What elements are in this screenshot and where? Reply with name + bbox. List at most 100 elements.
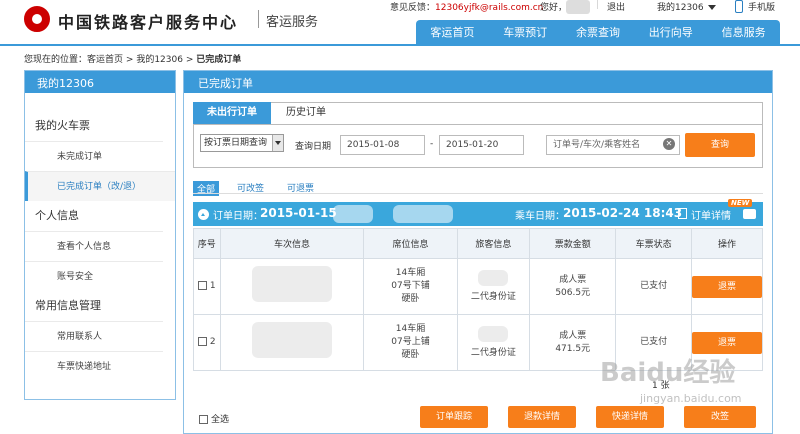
seat-car: 14车厢 [395, 268, 426, 278]
nav-home[interactable]: 客运首页 [430, 24, 474, 40]
date-from-input[interactable]: 2015-01-08 [340, 135, 425, 155]
chevron-down-icon[interactable] [272, 135, 283, 151]
column-header: 序号 [193, 228, 221, 259]
filter-divider [193, 193, 763, 194]
sidebar-item-finished-orders[interactable]: 已完成订单（改/退） [25, 171, 175, 201]
breadcrumb-sep: > [125, 55, 134, 65]
order-tracking-button[interactable]: 订单跟踪 [420, 406, 488, 428]
ride-date-label: 乘车日期： [515, 211, 565, 222]
greeting: 您好， [540, 3, 568, 13]
mobile-phone-icon [735, 0, 743, 13]
date-separator: - [430, 139, 434, 149]
status-cell: 已支付 [615, 258, 692, 315]
order-detail-link[interactable]: 订单详情 [691, 207, 731, 222]
mobile-link[interactable]: 手机版 [748, 0, 775, 14]
document-icon [678, 208, 687, 219]
refund-button[interactable]: 退票 [692, 331, 762, 354]
sidebar: 我的12306 我的火车票 未完成订单 已完成订单（改/退） 个人信息 查看个人… [24, 70, 176, 400]
breadcrumb-sep: > [185, 55, 194, 65]
tab-upcoming-orders[interactable]: 未出行订单 [193, 102, 271, 124]
sidebar-section-personal: 个人信息 [35, 209, 79, 222]
column-header: 席位信息 [363, 228, 458, 259]
feedback-label: 意见反馈： [390, 3, 436, 13]
passenger-name-blurred [478, 325, 509, 342]
passenger-id-type: 二代身份证 [470, 347, 516, 358]
row-checkbox[interactable] [197, 281, 207, 290]
page-title: 已完成订单 [184, 71, 772, 93]
refund-button[interactable]: 退票 [692, 275, 762, 298]
my12306-menu[interactable]: 我的12306 [657, 0, 716, 14]
column-header: 车票状态 [615, 228, 692, 259]
column-header: 操作 [691, 228, 763, 259]
sidebar-item-account-security[interactable]: 账号安全 [25, 261, 163, 291]
table-row: 1 14车厢 07号下铺 硬卧 二代身份证 成人票 506.5元 已支付 退票 [193, 258, 763, 315]
row-number: 1 [209, 281, 216, 291]
column-header: 车次信息 [219, 228, 365, 259]
search-input[interactable]: 订单号/车次/乘客姓名 [546, 135, 680, 155]
collapse-icon[interactable] [198, 209, 209, 220]
seat-car: 14车厢 [395, 324, 426, 334]
separator: | [596, 0, 600, 10]
train-info-blurred [251, 322, 332, 358]
search-button[interactable]: 查询 [685, 133, 755, 157]
order-number-blurred [393, 205, 453, 223]
site-title: 中国铁路客户服务中心 [58, 13, 239, 32]
select-all[interactable]: 全选 [199, 412, 229, 425]
column-header: 旅客信息 [456, 228, 531, 259]
row-number-cell: 1 [193, 258, 221, 315]
order-date-label: 订单日期： [213, 211, 263, 222]
my12306-label: 我的12306 [657, 3, 704, 13]
train-info-blurred [251, 266, 332, 302]
nav-remaining[interactable]: 余票查询 [576, 24, 620, 40]
action-cell: 退票 [691, 258, 763, 315]
order-date: 2015-01-15 [260, 206, 337, 220]
train-info-cell [219, 314, 365, 371]
row-checkbox[interactable] [197, 337, 207, 346]
sidebar-item-view-profile[interactable]: 查看个人信息 [25, 231, 163, 261]
seat-info-cell: 14车厢 07号上铺 硬卧 [363, 314, 458, 371]
change-ticket-button[interactable]: 改签 [684, 406, 756, 428]
watermark-url: jingyan.baidu.com [640, 392, 742, 405]
select-all-checkbox[interactable] [199, 415, 208, 424]
breadcrumb-home[interactable]: 客运首页 [87, 55, 123, 65]
refund-detail-button[interactable]: 退款详情 [508, 406, 576, 428]
username-blurred [566, 0, 590, 14]
sidebar-item-unfinished-orders[interactable]: 未完成订单 [25, 141, 163, 171]
sidebar-item-contacts[interactable]: 常用联系人 [25, 321, 163, 351]
main-nav: 客运首页 车票预订 余票查询 出行向导 信息服务 [416, 20, 780, 44]
chevron-down-icon [707, 5, 716, 10]
railway-logo-icon [24, 6, 50, 32]
seat-class: 硬卧 [401, 350, 420, 360]
row-number-cell: 2 [193, 314, 221, 371]
breadcrumb-prefix: 您现在的位置： [24, 55, 88, 65]
tab-divider [193, 124, 763, 125]
passenger-id-type: 二代身份证 [470, 291, 516, 302]
seat-number: 07号下铺 [391, 281, 430, 291]
nav-info[interactable]: 信息服务 [722, 24, 766, 40]
clear-icon[interactable]: ✕ [663, 138, 675, 150]
breadcrumb-mine[interactable]: 我的12306 [136, 55, 183, 65]
header-divider [0, 44, 800, 46]
nav-booking[interactable]: 车票预订 [503, 24, 547, 40]
feedback-email-link[interactable]: 12306yjfk@rails.com.cn [435, 3, 543, 13]
ticket-price: 506.5元 [555, 287, 591, 298]
tab-history-orders[interactable]: 历史订单 [276, 102, 336, 124]
breadcrumb: 您现在的位置：客运首页 > 我的12306 > 已完成订单 [24, 52, 241, 65]
print-icon[interactable] [743, 209, 756, 219]
table-header-row: 序号 车次信息 席位信息 旅客信息 票款金额 车票状态 操作 [193, 228, 763, 259]
sidebar-section-tickets: 我的火车票 [35, 119, 90, 132]
date-to-input[interactable]: 2015-01-20 [439, 135, 524, 155]
date-label: 查询日期 [295, 142, 332, 152]
price-cell: 成人票 506.5元 [529, 258, 617, 315]
seat-number: 07号上铺 [391, 337, 430, 347]
passenger-cell: 二代身份证 [456, 258, 531, 315]
logout-link[interactable]: 退出 [607, 0, 625, 14]
nav-guide[interactable]: 出行向导 [649, 24, 693, 40]
feedback: 意见反馈：12306yjfk@rails.com.cn [390, 0, 543, 14]
sidebar-item-delivery-address[interactable]: 车票快递地址 [25, 351, 163, 381]
select-all-label: 全选 [211, 415, 230, 425]
new-badge: NEW [728, 199, 753, 207]
ticket-count: 1 张 [652, 381, 670, 391]
site-subtitle: 客运服务 [266, 15, 319, 30]
delivery-detail-button[interactable]: 快递详情 [596, 406, 664, 428]
